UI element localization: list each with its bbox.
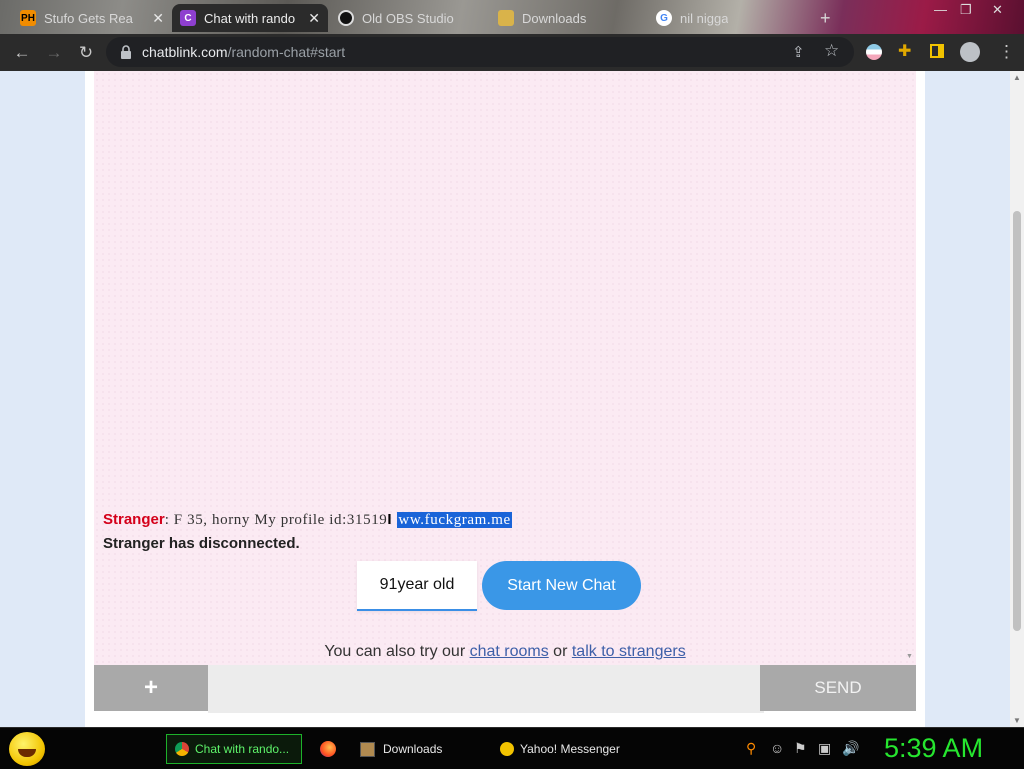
start-smiley-icon[interactable] (9, 732, 45, 766)
messenger-tray-icon[interactable]: ☺ (770, 740, 784, 756)
google-favicon-icon: G (656, 10, 672, 26)
lock-icon (121, 45, 131, 59)
chrome-icon (175, 742, 189, 756)
volume-icon[interactable]: 🔊 (842, 740, 859, 757)
chat-panel: Stranger: F 35, horny My profile id:3151… (85, 71, 925, 727)
taskbar-item-downloads[interactable]: Downloads (352, 734, 486, 764)
tab-strip: PH Stufo Gets Rea ✕ C Chat with rando ✕ … (0, 0, 1024, 34)
chat-message: Stranger: F 35, horny My profile id:3151… (103, 511, 512, 529)
minimize-icon[interactable]: — (934, 2, 947, 17)
close-tab-icon[interactable]: ✕ (308, 10, 320, 27)
yahoo-messenger-icon (500, 742, 514, 756)
menu-dots-icon[interactable]: ⋮ (998, 42, 1015, 62)
stranger-label: Stranger (103, 511, 165, 528)
taskbar-item-label: Downloads (383, 742, 443, 756)
downloads-favicon-icon (498, 10, 514, 26)
flag-icon[interactable]: ⚑ (794, 740, 807, 757)
url-path: /random-chat#start (227, 44, 346, 60)
new-tab-button[interactable]: + (812, 4, 842, 32)
bookmark-star-icon[interactable]: ☆ (824, 41, 839, 61)
taskbar-item-firefox[interactable] (312, 734, 348, 764)
talk-to-strangers-link[interactable]: talk to strangers (572, 643, 686, 660)
send-button[interactable]: SEND (760, 665, 916, 711)
firefox-icon (320, 741, 336, 757)
interest-tag[interactable]: 91year old (357, 561, 477, 611)
message-input[interactable] (208, 665, 764, 713)
tab-3[interactable]: Downloads (490, 4, 646, 32)
chat-rooms-link[interactable]: chat rooms (470, 643, 549, 660)
tab-4[interactable]: G nil nigga (648, 4, 808, 32)
also-or: or (548, 643, 572, 660)
tab-0[interactable]: PH Stufo Gets Rea ✕ (12, 4, 172, 32)
also-try-text: You can also try our chat rooms or talk … (94, 643, 916, 661)
text-cursor-icon: I (387, 511, 392, 528)
tab-title: Stufo Gets Rea (44, 10, 133, 26)
forward-arrow-icon[interactable]: → (44, 43, 64, 63)
scrollbar-thumb[interactable] (1013, 211, 1021, 631)
taskbar-item-label: Yahoo! Messenger (520, 742, 620, 756)
taskbar-clock[interactable]: 5:39 AM (884, 733, 983, 764)
url-text: chatblink.com/random-chat#start (142, 44, 345, 60)
taskbar: Chat with rando... Downloads Yahoo! Mess… (0, 727, 1024, 769)
page-content: Stranger: F 35, horny My profile id:3151… (0, 71, 1010, 727)
tab-2[interactable]: Old OBS Studio (330, 4, 486, 32)
close-window-icon[interactable]: ✕ (992, 2, 1003, 18)
browser-toolbar: ← → ↻ chatblink.com/random-chat#start ⇪ … (0, 34, 1024, 71)
scroll-up-icon[interactable]: ▲ (1013, 73, 1021, 82)
also-prefix: You can also try our (324, 643, 470, 660)
reload-icon[interactable]: ↻ (76, 43, 96, 63)
selected-link-text[interactable]: ww.fuckgram.me (397, 512, 512, 528)
chat-scroll-down-icon[interactable]: ▼ (906, 653, 913, 660)
tab-title: Old OBS Studio (362, 10, 454, 26)
chat-log: Stranger: F 35, horny My profile id:3151… (94, 71, 916, 665)
start-new-chat-button[interactable]: Start New Chat (482, 561, 641, 610)
tab-title: Downloads (522, 10, 587, 26)
tab-1[interactable]: C Chat with rando ✕ (172, 4, 328, 32)
profile-flag-icon[interactable] (866, 44, 882, 60)
taskbar-item-yahoo[interactable]: Yahoo! Messenger (492, 734, 632, 764)
message-text: : F 35, horny My profile id:31519 (164, 512, 388, 528)
tab-title: nil nigga (680, 10, 729, 26)
address-bar[interactable]: chatblink.com/random-chat#start ⇪ ☆ (106, 37, 854, 67)
network-icon[interactable]: ▣ (818, 740, 831, 757)
scroll-down-icon[interactable]: ▼ (1013, 716, 1021, 725)
page-scrollbar[interactable]: ▲ ▼ (1010, 71, 1024, 727)
disconnected-notice: Stranger has disconnected. (103, 535, 300, 552)
attach-plus-button[interactable]: + (94, 665, 208, 711)
obs-favicon-icon (338, 10, 354, 26)
folder-icon (360, 741, 375, 757)
taskbar-item-chrome[interactable]: Chat with rando... (166, 734, 302, 764)
side-panel-icon[interactable] (930, 44, 944, 58)
pornhub-favicon-icon: PH (20, 10, 36, 26)
restore-icon[interactable]: ❐ (960, 2, 972, 18)
plus-icon: + (820, 7, 831, 28)
taskbar-item-label: Chat with rando... (195, 742, 290, 756)
tab-title: Chat with rando (204, 10, 296, 26)
share-icon[interactable]: ⇪ (792, 43, 805, 61)
url-host: chatblink.com (142, 44, 228, 60)
extensions-puzzle-icon[interactable]: ✚ (898, 41, 911, 61)
account-avatar-icon[interactable] (960, 42, 980, 62)
message-composer: + SEND (94, 665, 916, 713)
close-tab-icon[interactable]: ✕ (152, 10, 164, 27)
back-arrow-icon[interactable]: ← (12, 43, 32, 63)
chatblink-favicon-icon: C (180, 10, 196, 26)
search-icon[interactable]: ⚲ (746, 740, 756, 757)
